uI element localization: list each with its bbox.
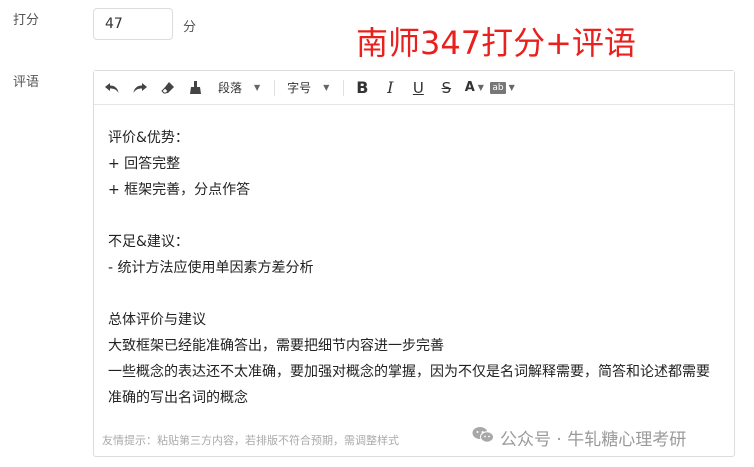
clear-format-icon[interactable] [156, 75, 180, 101]
content-line: - 统计方法应使用单因素方差分析 [108, 260, 314, 276]
font-size-select-label: 字号 [287, 81, 312, 95]
italic-button[interactable]: I [378, 75, 402, 101]
chevron-down-icon: ▼ [508, 83, 515, 92]
content-line: 评价&优势： [108, 130, 189, 146]
wechat-icon [472, 426, 494, 449]
underline-button[interactable]: U [406, 75, 430, 101]
comment-editor: 段落 ▼ 字号 ▼ B I U S A ▼ ab ▼ 评价&优势： + 回答完整… [93, 70, 735, 457]
toolbar-divider [274, 79, 276, 96]
bold-button[interactable]: B [350, 75, 374, 101]
score-unit: 分 [183, 20, 197, 35]
content-line [108, 281, 720, 307]
font-size-select[interactable]: 字号 ▼ [281, 75, 335, 101]
chevron-down-icon: ▼ [254, 83, 261, 92]
editor-toolbar: 段落 ▼ 字号 ▼ B I U S A ▼ ab ▼ [94, 71, 734, 105]
comment-label: 评语 [13, 75, 40, 90]
highlight-button[interactable]: ab ▼ [490, 75, 515, 101]
undo-icon[interactable] [100, 75, 124, 101]
content-line: 一些概念的表达还不太准确，要加强对概念的掌握，因为不仅是名词解释需要，简答和论述… [108, 364, 710, 406]
content-line: + 框架完善，分点作答 [108, 182, 251, 198]
toolbar-divider [343, 79, 345, 96]
paragraph-select[interactable]: 段落 ▼ [212, 75, 266, 101]
chevron-down-icon: ▼ [477, 83, 484, 92]
content-line: + 回答完整 [108, 156, 181, 172]
highlight-label: ab [490, 81, 506, 94]
editor-content[interactable]: 评价&优势： + 回答完整 + 框架完善，分点作答 不足&建议： - 统计方法应… [94, 105, 734, 411]
chevron-down-icon: ▼ [323, 83, 330, 92]
content-line: 大致框架已经能准确答出，需要把细节内容进一步完善 [108, 338, 444, 354]
redo-icon[interactable] [128, 75, 152, 101]
watermark: 公众号 · 牛轧糖心理考研 [472, 425, 686, 450]
font-color-button[interactable]: A ▼ [462, 75, 486, 101]
content-line [108, 203, 720, 229]
content-line: 总体评价与建议 [108, 312, 206, 328]
score-input[interactable] [93, 8, 173, 40]
paragraph-select-label: 段落 [218, 81, 243, 95]
overlay-title: 南师347打分+评语 [356, 24, 636, 62]
editor-tip: 友情提示：粘贴第三方内容，若排版不符合预期，需调整样式 [102, 434, 399, 447]
font-color-label: A [464, 80, 475, 95]
score-label: 打分 [13, 13, 40, 28]
format-painter-icon[interactable] [184, 75, 208, 101]
strikethrough-button[interactable]: S [434, 75, 458, 101]
watermark-text: 公众号 · 牛轧糖心理考研 [500, 430, 687, 450]
content-line: 不足&建议： [108, 234, 189, 250]
